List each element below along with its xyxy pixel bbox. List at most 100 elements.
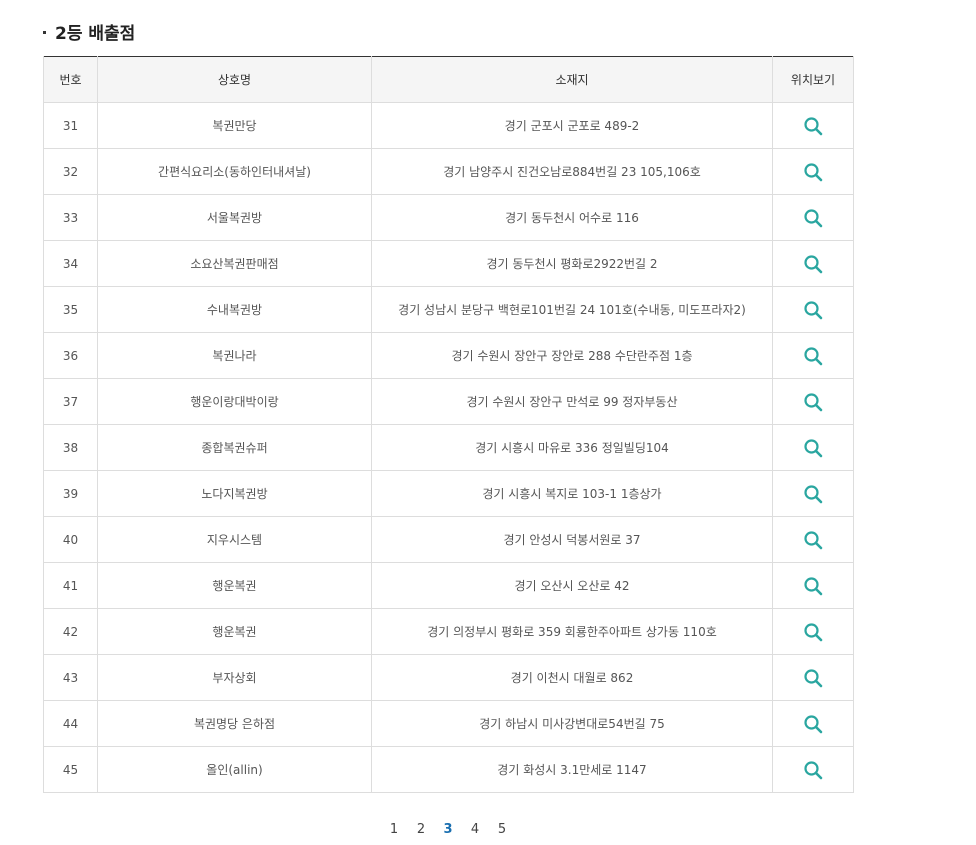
page-link-5[interactable]: 5 bbox=[489, 822, 516, 837]
cell-no: 37 bbox=[43, 378, 98, 425]
search-icon[interactable] bbox=[803, 162, 823, 182]
cell-no: 41 bbox=[43, 562, 98, 609]
search-icon[interactable] bbox=[803, 714, 823, 734]
table-row: 36 복권나라 경기 수원시 장안구 장안로 288 수단란주점 1층 bbox=[43, 332, 854, 379]
cell-name: 서울복권방 bbox=[97, 194, 372, 241]
search-icon[interactable] bbox=[803, 254, 823, 274]
cell-no: 32 bbox=[43, 148, 98, 195]
cell-address: 경기 안성시 덕봉서원로 37 bbox=[371, 516, 773, 563]
cell-no: 45 bbox=[43, 746, 98, 793]
cell-no: 38 bbox=[43, 424, 98, 471]
cell-name: 지우시스템 bbox=[97, 516, 372, 563]
page-link-2[interactable]: 2 bbox=[408, 822, 435, 837]
section-title: 2등 배출점 bbox=[43, 17, 135, 45]
map-view-button[interactable] bbox=[772, 102, 854, 149]
map-view-button[interactable] bbox=[772, 470, 854, 517]
search-icon[interactable] bbox=[803, 392, 823, 412]
cell-name: 부자상회 bbox=[97, 654, 372, 701]
map-view-button[interactable] bbox=[772, 332, 854, 379]
search-icon[interactable] bbox=[803, 346, 823, 366]
header-name: 상호명 bbox=[97, 56, 372, 103]
page-link-1[interactable]: 1 bbox=[381, 822, 408, 837]
cell-no: 42 bbox=[43, 608, 98, 655]
bullet-icon bbox=[43, 30, 46, 34]
cell-name: 간편식요리소(동하인터내셔날) bbox=[97, 148, 372, 195]
cell-address: 경기 오산시 오산로 42 bbox=[371, 562, 773, 609]
search-icon[interactable] bbox=[803, 668, 823, 688]
map-view-button[interactable] bbox=[772, 654, 854, 701]
table-header-row: 번호 상호명 소재지 위치보기 bbox=[43, 56, 854, 103]
search-icon[interactable] bbox=[803, 530, 823, 550]
cell-address: 경기 남양주시 진건오남로884번길 23 105,106호 bbox=[371, 148, 773, 195]
cell-name: 행운복권 bbox=[97, 562, 372, 609]
cell-no: 33 bbox=[43, 194, 98, 241]
table-row: 43 부자상회 경기 이천시 대월로 862 bbox=[43, 654, 854, 701]
table-body: 31 복권만당 경기 군포시 군포로 489-2 32 간편식요리소(동하인터내셔날) 경… bbox=[43, 102, 854, 793]
table-row: 32 간편식요리소(동하인터내셔날) 경기 남양주시 진건오남로884번길 23 1… bbox=[43, 148, 854, 195]
map-view-button[interactable] bbox=[772, 378, 854, 425]
cell-address: 경기 군포시 군포로 489-2 bbox=[371, 102, 773, 149]
table-row: 39 노다지복권방 경기 시흥시 복지로 103-1 1층상가 bbox=[43, 470, 854, 517]
map-view-button[interactable] bbox=[772, 286, 854, 333]
map-view-button[interactable] bbox=[772, 562, 854, 609]
table-row: 40 지우시스템 경기 안성시 덕봉서원로 37 bbox=[43, 516, 854, 563]
cell-address: 경기 동두천시 평화로2922번길 2 bbox=[371, 240, 773, 287]
cell-name: 소요산복권판매점 bbox=[97, 240, 372, 287]
cell-no: 40 bbox=[43, 516, 98, 563]
pagination: 12345 bbox=[0, 818, 896, 840]
section-title-text: 2등 배출점 bbox=[55, 23, 136, 44]
cell-address: 경기 수원시 장안구 만석로 99 정자부동산 bbox=[371, 378, 773, 425]
cell-address: 경기 화성시 3.1만세로 1147 bbox=[371, 746, 773, 793]
table-row: 45 올인(allin) 경기 화성시 3.1만세로 1147 bbox=[43, 746, 854, 793]
cell-name: 종합복권슈퍼 bbox=[97, 424, 372, 471]
table-row: 34 소요산복권판매점 경기 동두천시 평화로2922번길 2 bbox=[43, 240, 854, 287]
header-address: 소재지 bbox=[371, 56, 773, 103]
cell-no: 39 bbox=[43, 470, 98, 517]
map-view-button[interactable] bbox=[772, 148, 854, 195]
cell-address: 경기 시흥시 마유로 336 정일빌딩104 bbox=[371, 424, 773, 471]
cell-address: 경기 의정부시 평화로 359 회룡한주아파트 상가동 110호 bbox=[371, 608, 773, 655]
search-icon[interactable] bbox=[803, 438, 823, 458]
search-icon[interactable] bbox=[803, 484, 823, 504]
cell-address: 경기 하남시 미사강변대로54번길 75 bbox=[371, 700, 773, 747]
cell-no: 44 bbox=[43, 700, 98, 747]
table-row: 44 복권명당 은하점 경기 하남시 미사강변대로54번길 75 bbox=[43, 700, 854, 747]
cell-name: 노다지복권방 bbox=[97, 470, 372, 517]
store-table: 번호 상호명 소재지 위치보기 31 복권만당 경기 군포시 군포로 489-2 32… bbox=[43, 56, 854, 793]
cell-name: 행운복권 bbox=[97, 608, 372, 655]
table-row: 38 종합복권슈퍼 경기 시흥시 마유로 336 정일빌딩104 bbox=[43, 424, 854, 471]
table-row: 35 수내복권방 경기 성남시 분당구 백현로101번길 24 101호(수내동, … bbox=[43, 286, 854, 333]
cell-no: 35 bbox=[43, 286, 98, 333]
page-link-4[interactable]: 4 bbox=[462, 822, 489, 837]
header-map: 위치보기 bbox=[772, 56, 854, 103]
table-row: 33 서울복권방 경기 동두천시 어수로 116 bbox=[43, 194, 854, 241]
cell-name: 복권나라 bbox=[97, 332, 372, 379]
map-view-button[interactable] bbox=[772, 240, 854, 287]
page-link-3[interactable]: 3 bbox=[435, 822, 462, 837]
cell-no: 34 bbox=[43, 240, 98, 287]
map-view-button[interactable] bbox=[772, 516, 854, 563]
cell-name: 행운이랑대박이랑 bbox=[97, 378, 372, 425]
map-view-button[interactable] bbox=[772, 424, 854, 471]
cell-address: 경기 이천시 대월로 862 bbox=[371, 654, 773, 701]
cell-no: 31 bbox=[43, 102, 98, 149]
map-view-button[interactable] bbox=[772, 700, 854, 747]
map-view-button[interactable] bbox=[772, 746, 854, 793]
header-no: 번호 bbox=[43, 56, 98, 103]
cell-no: 36 bbox=[43, 332, 98, 379]
cell-address: 경기 성남시 분당구 백현로101번길 24 101호(수내동, 미도프라자2) bbox=[371, 286, 773, 333]
cell-name: 올인(allin) bbox=[97, 746, 372, 793]
search-icon[interactable] bbox=[803, 300, 823, 320]
search-icon[interactable] bbox=[803, 576, 823, 596]
search-icon[interactable] bbox=[803, 116, 823, 136]
search-icon[interactable] bbox=[803, 208, 823, 228]
cell-name: 수내복권방 bbox=[97, 286, 372, 333]
search-icon[interactable] bbox=[803, 760, 823, 780]
map-view-button[interactable] bbox=[772, 608, 854, 655]
cell-address: 경기 수원시 장안구 장안로 288 수단란주점 1층 bbox=[371, 332, 773, 379]
map-view-button[interactable] bbox=[772, 194, 854, 241]
cell-address: 경기 동두천시 어수로 116 bbox=[371, 194, 773, 241]
search-icon[interactable] bbox=[803, 622, 823, 642]
cell-name: 복권만당 bbox=[97, 102, 372, 149]
table-row: 37 행운이랑대박이랑 경기 수원시 장안구 만석로 99 정자부동산 bbox=[43, 378, 854, 425]
